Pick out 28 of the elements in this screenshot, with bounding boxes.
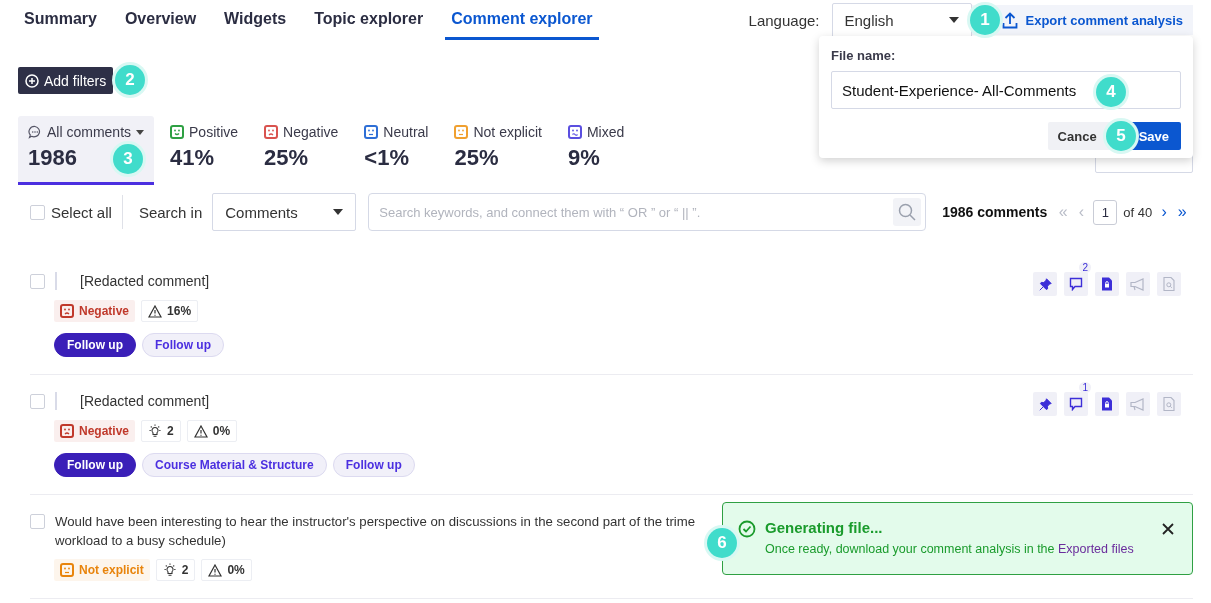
select-all-label: Select all	[51, 203, 112, 221]
ideas-tag: 2	[141, 420, 181, 442]
comment-count: 1986 comments	[942, 204, 1048, 220]
step-marker: 1	[970, 5, 1000, 35]
step-marker: 5	[1106, 121, 1136, 151]
file-name-label: File name:	[831, 48, 897, 63]
toast-title: Generating file...	[765, 519, 884, 536]
risk-tag: 0%	[186, 420, 238, 442]
toast-message: Once ready, download your comment analysis in the Exported files	[765, 542, 1135, 556]
search-in-label: Search in	[138, 203, 203, 221]
language-label: Language:	[748, 11, 820, 29]
risk-tag: 0%	[201, 559, 252, 581]
sentiment-tag: Negative	[54, 420, 136, 442]
count-badge: 1	[1079, 382, 1091, 393]
comment-text: [Redacted comment]	[80, 392, 210, 411]
page-total: of 40	[1123, 204, 1153, 220]
step-marker: 6	[707, 528, 737, 558]
step-marker: 2	[115, 65, 145, 95]
comment-text: Would have been interesting to hear the instructor's perspective on discussions in the second part of the trime	[55, 513, 696, 531]
ideas-tag: 2	[155, 559, 196, 581]
sentiment-tag: Negative	[54, 300, 136, 322]
comment-text: [Redacted comment]	[80, 272, 210, 291]
step-marker: 3	[113, 144, 143, 174]
step-marker: 4	[1096, 77, 1126, 107]
count-badge: 2	[1079, 262, 1091, 273]
comment-text: workload to a busy schedule)	[55, 532, 226, 550]
sentiment-tag: Not explicit	[54, 559, 150, 581]
risk-tag: 16%	[141, 300, 199, 322]
